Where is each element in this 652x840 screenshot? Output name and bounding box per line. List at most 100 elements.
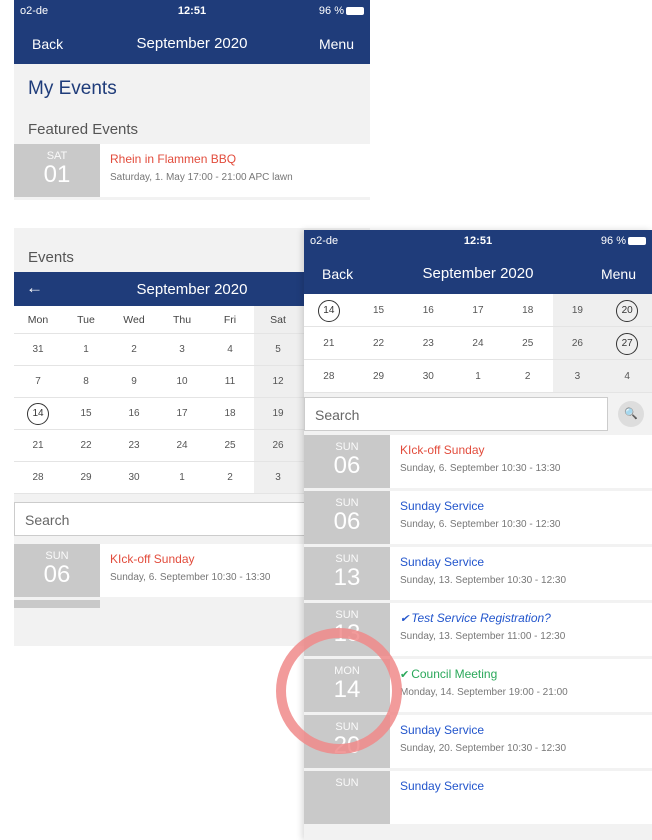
calendar-day[interactable]: 17 — [453, 294, 503, 327]
search-bar: Search 🔍 — [304, 393, 652, 435]
battery-label: 96 % — [318, 5, 344, 17]
event-row[interactable]: MON 14 ✔ Council Meeting Monday, 14. Septemb… — [304, 659, 652, 715]
calendar-day[interactable]: 3 — [158, 334, 206, 366]
calendar-day[interactable]: 16 — [403, 294, 454, 327]
calendar-day[interactable]: 11 — [206, 366, 254, 398]
calendar-day-label: 28 — [32, 472, 44, 483]
calendar-day[interactable]: 23 — [110, 430, 158, 462]
date-dow: SUN — [335, 721, 359, 733]
calendar-day[interactable]: 15 — [353, 294, 404, 327]
event-info: Sunday Service Sunday, 6. September 10:30… — [390, 491, 570, 544]
event-row[interactable]: SUN 13 Sunday Service Sunday, 13. September… — [304, 547, 652, 603]
calendar-day[interactable]: 8 — [62, 366, 110, 398]
event-details: Sunday, 6. September 10:30 - 13:30 — [400, 463, 561, 474]
calendar-day[interactable]: 1 — [158, 462, 206, 494]
event-row[interactable]: SUN 13 ✔ Test Service Registration? Sunday, … — [304, 603, 652, 659]
event-info: Rhein in Flammen BBQ Saturday, 1. May 17… — [100, 144, 303, 197]
nav-title: September 2020 — [136, 35, 248, 52]
calendar-day[interactable]: 22 — [62, 430, 110, 462]
calendar-day-label: 10 — [176, 376, 188, 387]
date-day: 20 — [333, 732, 361, 759]
calendar-day[interactable]: 28 — [14, 462, 62, 494]
calendar-day-label: 11 — [224, 376, 236, 387]
calendar-day[interactable]: 16 — [110, 398, 158, 430]
calendar-day-label: 17 — [176, 408, 188, 419]
menu-button[interactable]: Menu — [319, 36, 354, 52]
calendar-day[interactable]: 10 — [158, 366, 206, 398]
calendar-day-label: 29 — [80, 472, 92, 483]
event-row[interactable]: SUN 20 Sunday Service Sunday, 20. September… — [304, 715, 652, 771]
calendar-day[interactable]: 3 — [254, 462, 302, 494]
menu-button[interactable]: Menu — [601, 266, 636, 282]
calendar-day[interactable]: 29 — [353, 360, 404, 393]
search-icon[interactable]: 🔍 — [618, 401, 644, 427]
calendar-day-label: 5 — [275, 344, 281, 355]
search-input[interactable]: Search — [304, 397, 608, 431]
event-title: KIck-off Sunday — [110, 552, 195, 566]
date-badge: SUN 06 — [14, 544, 100, 597]
calendar-day[interactable]: 5 — [254, 334, 302, 366]
calendar-day-label: 4 — [227, 344, 233, 355]
calendar-day[interactable]: 1 — [453, 360, 503, 393]
event-row[interactable]: SUN 06 Sunday Service Sunday, 6. September … — [304, 491, 652, 547]
calendar-day[interactable]: 12 — [254, 366, 302, 398]
calendar: 14 15 16 17 18 19 20 21 22 23 24 25 26 27 28 29 30 1 2 3 4 — [304, 294, 652, 393]
calendar-day[interactable]: 23 — [403, 327, 454, 360]
calendar-day[interactable]: 17 — [158, 398, 206, 430]
date-dow: SUN — [335, 777, 359, 789]
event-row[interactable]: SUN 06 KIck-off Sunday Sunday, 6. September… — [304, 435, 652, 491]
calendar-day-label: 26 — [272, 440, 284, 451]
calendar-day[interactable]: 24 — [453, 327, 503, 360]
calendar-day[interactable]: 21 — [14, 430, 62, 462]
calendar-day[interactable]: 4 — [602, 360, 652, 393]
calendar-day[interactable]: 27 — [602, 327, 652, 360]
calendar-day[interactable]: 30 — [110, 462, 158, 494]
calendar-day[interactable]: 20 — [602, 294, 652, 327]
calendar-day[interactable]: 18 — [206, 398, 254, 430]
calendar-day[interactable]: 19 — [552, 294, 603, 327]
date-badge: SUN 20 — [304, 715, 390, 768]
calendar-day[interactable]: 21 — [304, 327, 354, 360]
event-row[interactable]: SUN Sunday Service — [304, 771, 652, 827]
calendar-day[interactable]: 29 — [62, 462, 110, 494]
calendar-day[interactable]: 2 — [206, 462, 254, 494]
calendar-day[interactable]: 15 — [62, 398, 110, 430]
calendar-day[interactable]: 2 — [110, 334, 158, 366]
date-badge: SUN — [304, 771, 390, 824]
calendar-day[interactable]: 19 — [254, 398, 302, 430]
calendar-day[interactable]: 24 — [158, 430, 206, 462]
event-title: Sunday Service — [400, 779, 485, 793]
nav-bar: Back September 2020 Menu — [304, 252, 652, 294]
event-title: Test Service Registration? — [411, 611, 551, 625]
calendar-day[interactable]: 18 — [502, 294, 553, 327]
calendar-day[interactable]: 25 — [206, 430, 254, 462]
calendar-day[interactable]: 2 — [502, 360, 553, 393]
calendar-day[interactable]: 3 — [552, 360, 603, 393]
event-details: Sunday, 6. September 10:30 - 13:30 — [110, 572, 271, 583]
calendar-day[interactable]: 25 — [502, 327, 553, 360]
status-bar: o2-de 12:51 96 % — [14, 0, 370, 22]
date-day: 13 — [333, 620, 361, 647]
date-dow: SUN — [335, 553, 359, 565]
calendar-day-label: 15 — [80, 408, 92, 419]
calendar-day-label: 20 — [616, 300, 639, 322]
calendar-day-label: 2 — [524, 371, 531, 382]
date-dow: SAT — [46, 150, 68, 162]
calendar-day[interactable]: 4 — [206, 334, 254, 366]
calendar-day[interactable]: 7 — [14, 366, 62, 398]
calendar-day-label: 17 — [472, 305, 484, 316]
calendar-day[interactable]: 14 — [304, 294, 354, 327]
calendar-day-label: 1 — [83, 344, 89, 355]
calendar-day-label: 2 — [227, 472, 233, 483]
calendar-day[interactable]: 30 — [403, 360, 454, 393]
calendar-day[interactable]: 26 — [254, 430, 302, 462]
event-info: Sunday Service Sunday, 20. September 10:3… — [390, 715, 576, 768]
calendar-day[interactable]: 14 — [14, 398, 62, 430]
calendar-day[interactable]: 9 — [110, 366, 158, 398]
calendar-day[interactable]: 31 — [14, 334, 62, 366]
calendar-day[interactable]: 22 — [353, 327, 404, 360]
featured-event-row[interactable]: SAT 01 Rhein in Flammen BBQ Saturday, 1.… — [14, 144, 370, 200]
calendar-day[interactable]: 1 — [62, 334, 110, 366]
calendar-day[interactable]: 26 — [552, 327, 603, 360]
calendar-day[interactable]: 28 — [304, 360, 354, 393]
